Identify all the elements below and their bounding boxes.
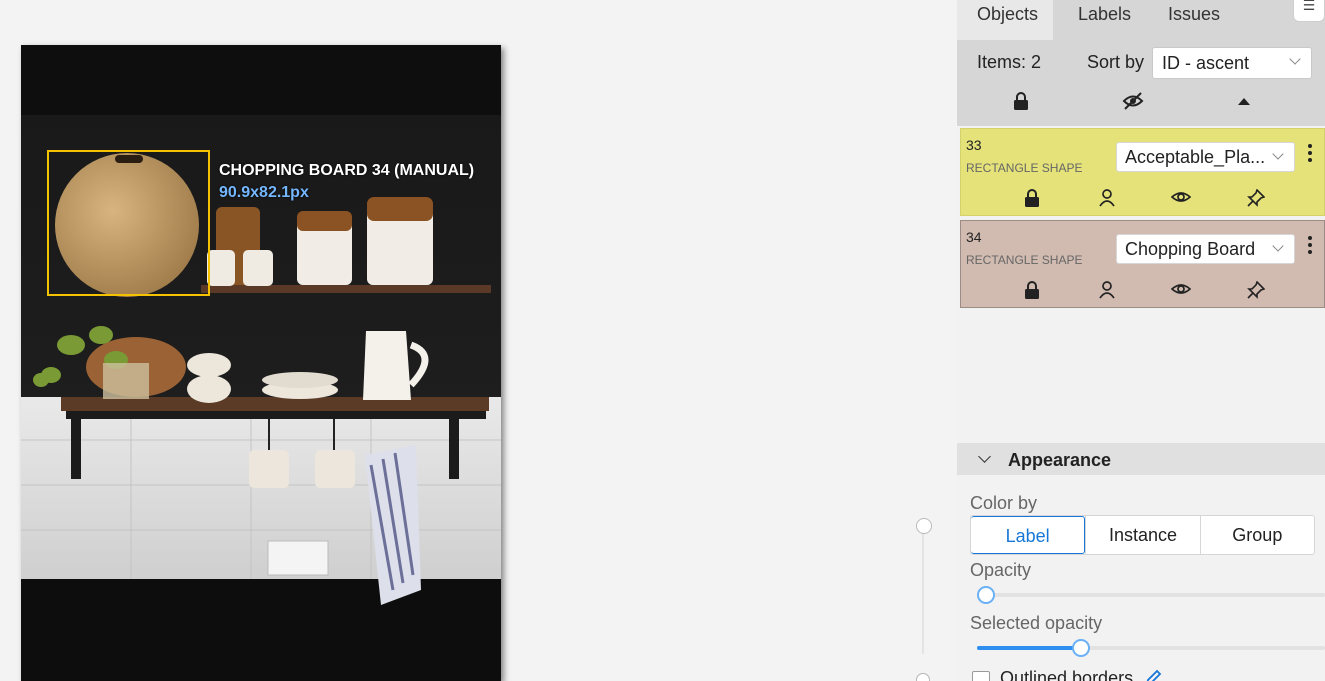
color-by-instance-option[interactable]: Instance xyxy=(1085,516,1199,554)
color-by-label: Color by xyxy=(970,493,1038,513)
opacity-slider-thumb[interactable] xyxy=(977,586,995,604)
object-item[interactable]: 34 RECTANGLE SHAPE Chopping Board xyxy=(960,220,1325,308)
object-type: RECTANGLE SHAPE xyxy=(966,161,1083,175)
tab-labels[interactable]: Labels xyxy=(1058,0,1151,40)
appearance-header[interactable]: Appearance xyxy=(957,443,1325,475)
chevron-down-icon xyxy=(1272,240,1284,252)
color-by-group-option[interactable]: Group xyxy=(1199,516,1314,554)
object-label-select[interactable]: Acceptable_Pla... xyxy=(1116,142,1295,172)
items-count: Items: 2 xyxy=(977,52,1042,72)
outlined-borders-checkbox[interactable] xyxy=(972,671,990,681)
bounding-box-34[interactable] xyxy=(47,150,210,296)
object-label-select[interactable]: Chopping Board xyxy=(1116,234,1295,264)
zoom-reset-icon[interactable] xyxy=(916,673,930,681)
pin-icon[interactable] xyxy=(1247,281,1265,299)
object-id: 33 xyxy=(966,137,982,153)
opacity-label: Opacity xyxy=(970,560,1032,580)
more-options-icon[interactable] xyxy=(1305,141,1315,171)
tab-issues[interactable]: Issues xyxy=(1148,0,1240,40)
selected-opacity-fill xyxy=(977,646,1082,650)
selected-opacity-slider-thumb[interactable] xyxy=(1072,639,1091,657)
pin-icon[interactable] xyxy=(1247,189,1265,207)
lock-icon[interactable] xyxy=(1013,92,1029,110)
user-icon[interactable] xyxy=(1098,281,1116,299)
zoom-slider-thumb[interactable] xyxy=(916,518,932,534)
sidebar-tabs: Objects Labels Issues ☰ xyxy=(957,0,1325,40)
object-item[interactable]: 33 RECTANGLE SHAPE Acceptable_Pla... xyxy=(960,128,1325,216)
object-label-value: Chopping Board xyxy=(1125,239,1256,259)
eye-off-icon[interactable] xyxy=(1122,92,1144,110)
tab-objects[interactable]: Objects xyxy=(957,0,1053,40)
eye-icon[interactable] xyxy=(1171,281,1191,297)
kitchen-shelf-photo xyxy=(21,45,501,681)
more-options-icon[interactable] xyxy=(1305,233,1315,263)
appearance-title: Appearance xyxy=(1008,450,1112,470)
sort-value: ID - ascent xyxy=(1162,53,1250,73)
caret-up-icon[interactable] xyxy=(1237,96,1251,106)
sort-by-label: Sort by xyxy=(1087,52,1145,72)
list-menu-icon[interactable]: ☰ xyxy=(1293,0,1325,22)
lock-icon[interactable] xyxy=(1024,281,1040,299)
image-canvas[interactable]: CHOPPING BOARD 34 (MANUAL) 90.9x82.1px xyxy=(21,45,501,681)
outlined-borders-text: Outlined borders xyxy=(1000,668,1134,681)
color-picker-icon[interactable] xyxy=(1144,669,1162,681)
chevron-down-icon xyxy=(1272,148,1284,160)
selected-opacity-label: Selected opacity xyxy=(970,613,1103,633)
chevron-down-icon xyxy=(1289,53,1301,65)
annotation-size: 90.9x82.1px xyxy=(219,184,309,201)
eye-icon[interactable] xyxy=(1171,189,1191,205)
opacity-slider[interactable] xyxy=(977,586,1325,604)
object-id: 34 xyxy=(966,229,982,245)
right-sidebar: Objects Labels Issues ☰ Items: 2 Sort by… xyxy=(957,0,1325,681)
outlined-borders-label: Outlined borders xyxy=(1000,668,1162,681)
zoom-slider-track[interactable] xyxy=(922,526,924,654)
sort-select[interactable]: ID - ascent xyxy=(1152,47,1312,79)
color-by-segmented: Label Instance Group xyxy=(970,515,1315,555)
object-label-value: Acceptable_Pla... xyxy=(1125,147,1266,167)
selected-opacity-slider[interactable] xyxy=(977,639,1325,657)
color-by-label-option[interactable]: Label xyxy=(971,516,1086,554)
objects-header: Items: 2 Sort by ID - ascent xyxy=(957,40,1325,126)
chevron-down-icon xyxy=(978,450,991,463)
lock-icon[interactable] xyxy=(1024,189,1040,207)
object-type: RECTANGLE SHAPE xyxy=(966,253,1083,267)
user-icon[interactable] xyxy=(1098,189,1116,207)
annotation-label: CHOPPING BOARD 34 (MANUAL) xyxy=(219,162,475,179)
